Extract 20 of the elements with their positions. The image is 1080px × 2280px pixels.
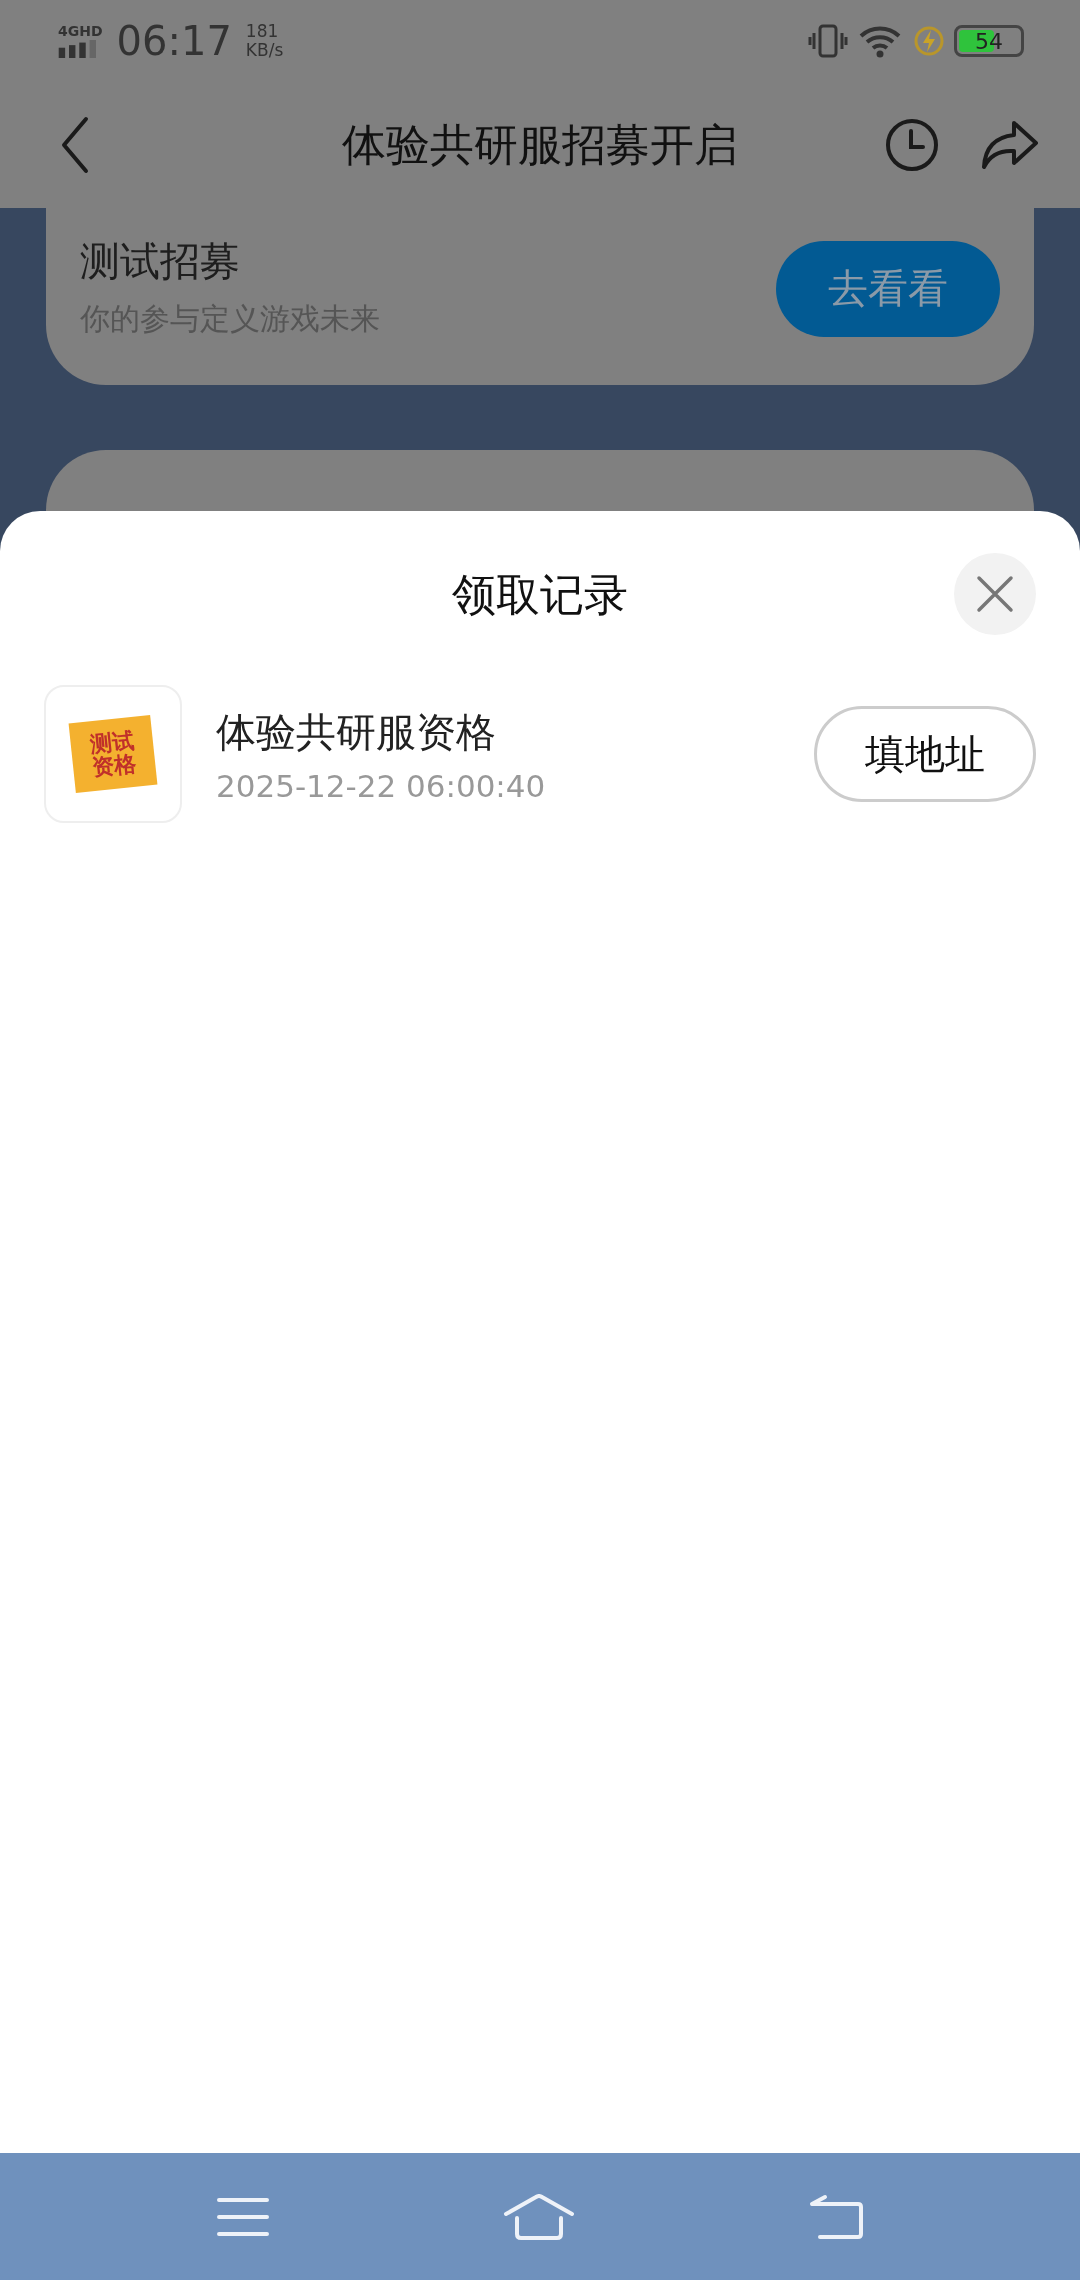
back-button[interactable] xyxy=(60,115,90,175)
close-icon xyxy=(975,574,1015,614)
ticket-label: 测试资格 xyxy=(87,728,139,780)
status-time: 06:17 xyxy=(116,18,232,64)
charging-icon xyxy=(914,26,944,56)
page-title: 体验共研服招募开启 xyxy=(342,117,738,172)
network-speed: 181 xyxy=(245,22,280,41)
battery-icon: 54 xyxy=(954,25,1024,57)
sheet-title: 领取记录 xyxy=(452,567,628,622)
fill-address-button[interactable]: 填地址 xyxy=(814,706,1036,802)
back-nav-button[interactable] xyxy=(807,2193,864,2240)
vibrate-icon xyxy=(808,24,848,58)
speed-unit: KB/s xyxy=(245,41,284,60)
record-name: 体验共研服资格 xyxy=(216,707,497,757)
home-button[interactable] xyxy=(503,2193,575,2240)
signal-indicator: 4GHD xyxy=(58,24,103,58)
menu-button[interactable] xyxy=(216,2195,271,2238)
history-button[interactable] xyxy=(884,117,940,173)
card-title: 测试招募 xyxy=(80,236,241,286)
record-time: 2025-12-22 06:00:40 xyxy=(216,767,547,804)
